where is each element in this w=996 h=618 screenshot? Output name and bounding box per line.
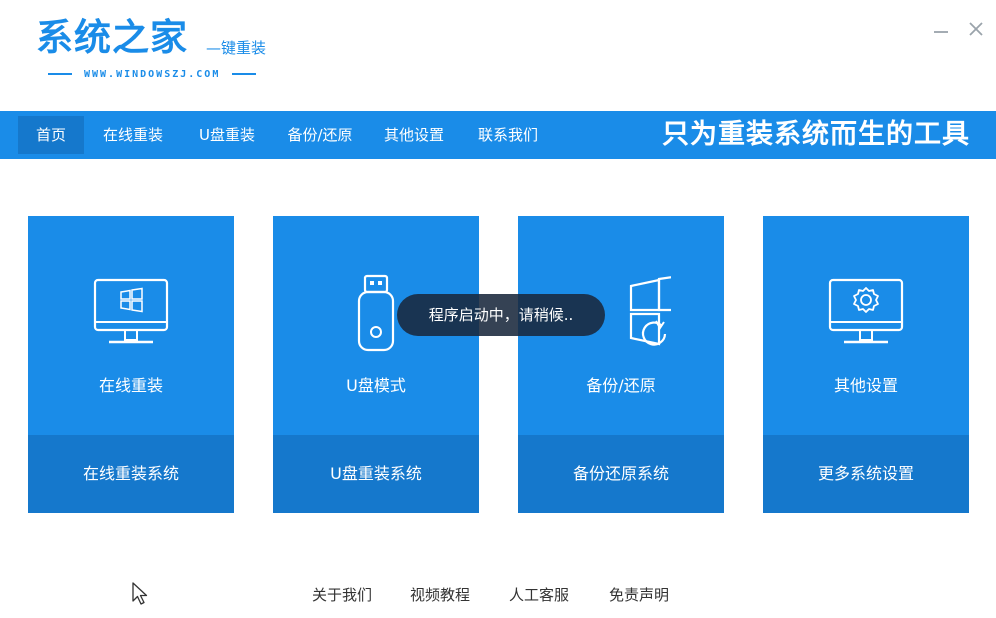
minimize-button[interactable]: [930, 18, 952, 40]
card-other-settings[interactable]: 其他设置 更多系统设置: [763, 216, 969, 513]
card-backup-restore[interactable]: 备份/还原 备份还原系统: [518, 216, 724, 513]
more-system-settings-button[interactable]: 更多系统设置: [763, 435, 969, 513]
mouse-cursor-icon: [132, 582, 148, 605]
logo-dash-left: [48, 73, 72, 75]
monitor-gear-icon: [828, 278, 904, 344]
monitor-windows-icon: [93, 278, 169, 344]
app-logo-subtitle: —键重装: [206, 39, 267, 57]
logo-url-text: WWW.WINDOWSZJ.COM: [84, 68, 221, 80]
card-usb-mode[interactable]: U盘模式 U盘重装系统: [273, 216, 479, 513]
backup-restore-system-button[interactable]: 备份还原系统: [518, 435, 724, 513]
close-icon: [969, 22, 983, 36]
loading-toast: 程序启动中，请稍候..: [397, 294, 605, 336]
nav-item-online-reinstall[interactable]: 在线重装: [92, 116, 174, 154]
app-logo-title: 系统之家: [36, 16, 188, 59]
nav-item-contact-us[interactable]: 联系我们: [466, 116, 550, 154]
logo-dash-right: [232, 73, 257, 75]
footer-link-video-tutorials[interactable]: 视频教程: [410, 584, 470, 606]
footer-link-about-us[interactable]: 关于我们: [312, 584, 372, 606]
card-other-settings-top[interactable]: 其他设置: [763, 216, 969, 435]
minimize-icon: [934, 31, 948, 33]
card-online-reinstall-label: 在线重装: [98, 376, 163, 395]
footer-link-disclaimer[interactable]: 免责声明: [609, 584, 669, 606]
nav-item-other-settings[interactable]: 其他设置: [372, 116, 456, 154]
nav-slogan: 只为重装系统而生的工具: [662, 119, 970, 150]
card-usb-mode-label: U盘模式: [346, 376, 406, 395]
card-backup-restore-label: 备份/还原: [586, 376, 656, 395]
nav-item-home[interactable]: 首页: [18, 116, 84, 154]
nav-item-backup-restore[interactable]: 备份/还原: [276, 116, 364, 154]
online-reinstall-system-button[interactable]: 在线重装系统: [28, 435, 234, 513]
card-online-reinstall-top[interactable]: 在线重装: [28, 216, 234, 435]
footer-link-customer-service[interactable]: 人工客服: [509, 584, 569, 606]
main-nav-bar: 首页 在线重装 U盘重装 备份/还原 其他设置 联系我们 只为重装系统而生的工具: [0, 111, 996, 159]
usb-reinstall-system-button[interactable]: U盘重装系统: [273, 435, 479, 513]
card-other-settings-label: 其他设置: [833, 376, 898, 395]
card-online-reinstall[interactable]: 在线重装 在线重装系统: [28, 216, 234, 513]
close-button[interactable]: [965, 18, 987, 40]
app-logo-url: WWW.WINDOWSZJ.COM: [36, 66, 268, 82]
nav-item-usb-reinstall[interactable]: U盘重装: [186, 116, 268, 154]
